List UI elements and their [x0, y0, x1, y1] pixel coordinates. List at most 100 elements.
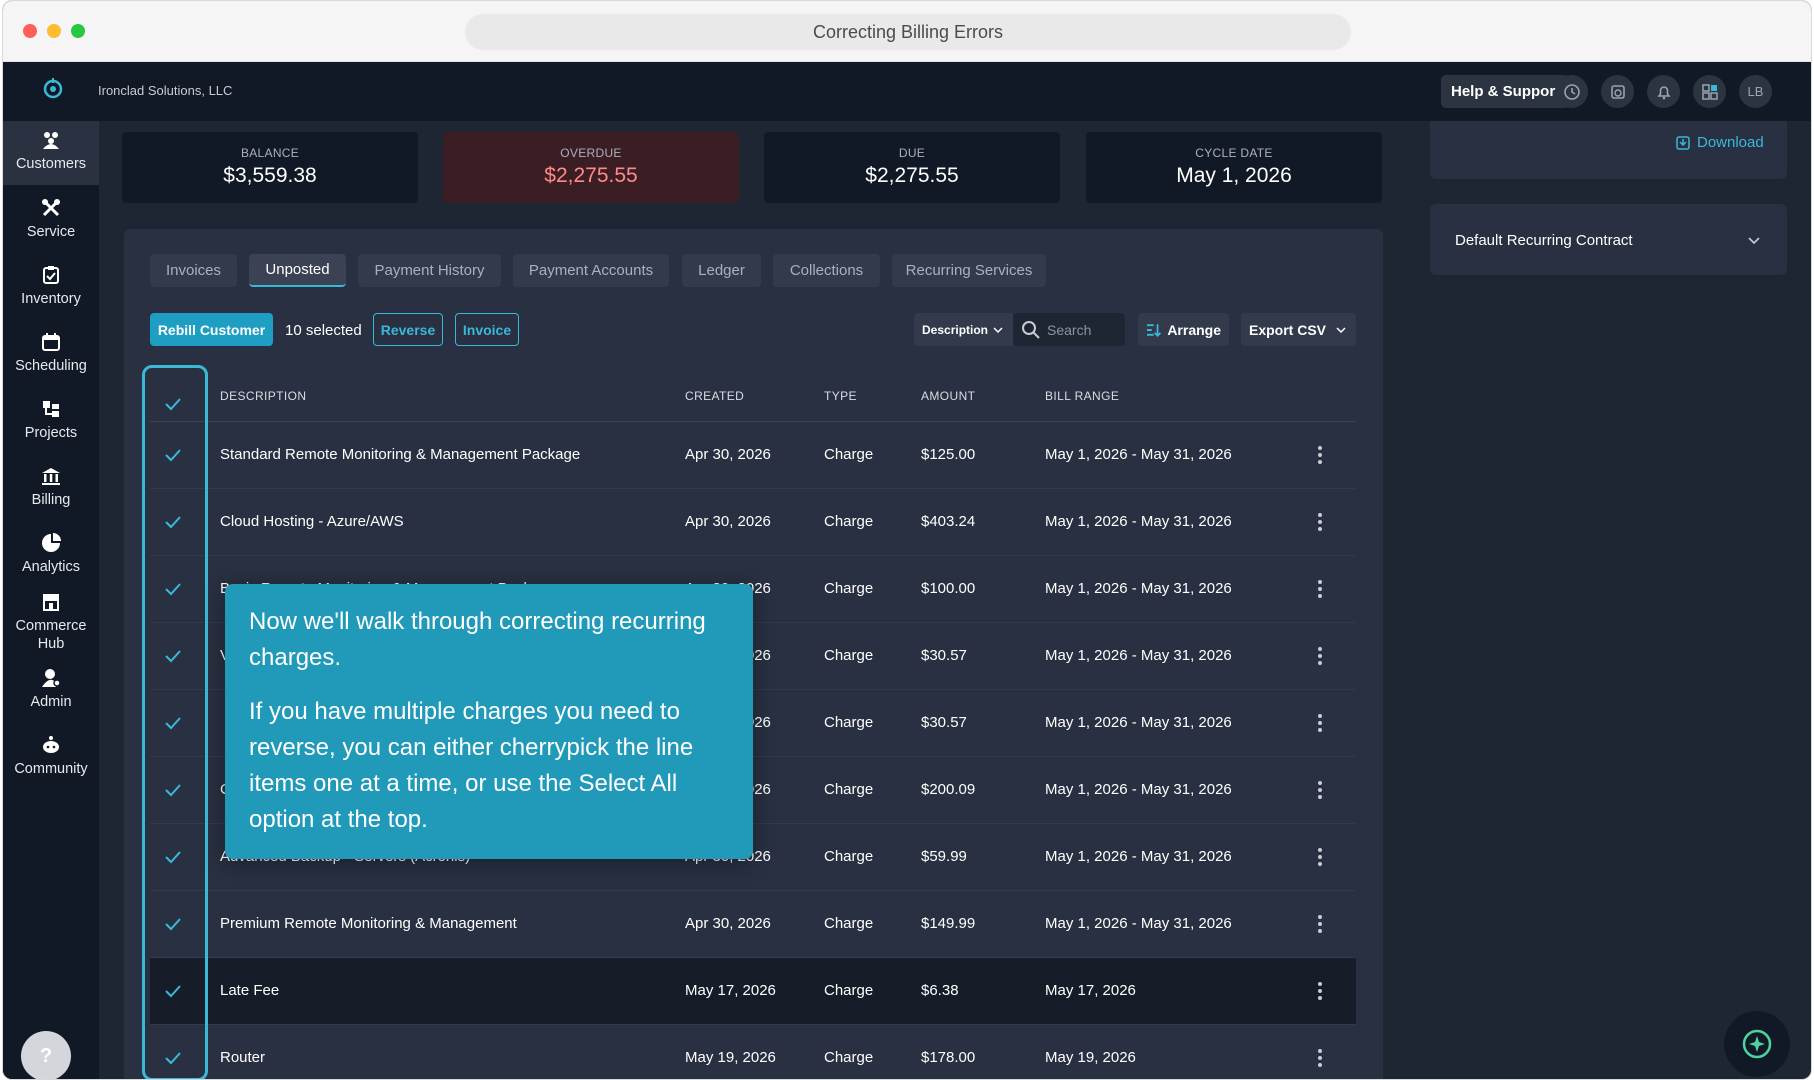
search-input[interactable]: Search [1013, 313, 1125, 346]
sidebar-item-inventory[interactable]: Inventory [3, 264, 99, 308]
sidebar-item-scheduling[interactable]: Scheduling [3, 331, 99, 375]
selected-count: 10 selected [285, 322, 362, 339]
ai-assistant-button[interactable] [1724, 1011, 1790, 1077]
table-row[interactable]: Cloud Hosting - Azure/AWS Apr 30, 2026 C… [150, 489, 1356, 556]
tab-collections[interactable]: Collections [773, 254, 880, 287]
cell-description: Standard Remote Monitoring & Management … [220, 446, 581, 463]
app-header: Ironclad Solutions, LLC Help & Support L… [3, 62, 1811, 121]
row-checkbox[interactable] [164, 982, 182, 1000]
search-filter-select[interactable]: Description [914, 313, 1013, 346]
stat-value: $2,275.55 [865, 164, 959, 187]
tab-ledger[interactable]: Ledger [682, 254, 761, 287]
sidebar-item-billing[interactable]: Billing [3, 465, 99, 509]
chevron-down-icon[interactable] [1747, 233, 1761, 247]
table-row[interactable]: Router May 19, 2026 Charge $178.00 May 1… [150, 1025, 1356, 1079]
sidebar-item-analytics[interactable]: Analytics [3, 532, 99, 576]
close-window-button[interactable] [23, 24, 37, 38]
overdue-card: OVERDUE $2,275.55 [443, 132, 739, 203]
help-support-button[interactable]: Help & Support [1441, 75, 1571, 108]
row-checkbox[interactable] [164, 446, 182, 464]
sidebar-item-commerce-hub[interactable]: Commerce Hub [3, 591, 99, 653]
table-row[interactable]: Standard Remote Monitoring & Management … [150, 422, 1356, 489]
column-header-description[interactable]: DESCRIPTION [220, 389, 306, 403]
row-menu-icon[interactable] [1317, 1047, 1323, 1069]
help-fab-button[interactable]: ? [21, 1031, 71, 1079]
pie-chart-icon [42, 533, 61, 552]
row-checkbox[interactable] [164, 647, 182, 665]
cell-amount: $149.99 [921, 915, 976, 932]
row-menu-icon[interactable] [1317, 444, 1323, 466]
column-header-amount[interactable]: AMOUNT [921, 389, 975, 403]
row-menu-icon[interactable] [1317, 779, 1323, 801]
row-menu-icon[interactable] [1317, 846, 1323, 868]
history-icon[interactable] [1555, 75, 1588, 108]
sidebar-item-customers[interactable]: Customers [3, 121, 99, 185]
table-row[interactable]: Late Fee May 17, 2026 Charge $6.38 May 1… [150, 958, 1356, 1025]
cell-amount: $100.00 [921, 580, 976, 597]
row-menu-icon[interactable] [1317, 712, 1323, 734]
tab-payment-history[interactable]: Payment History [358, 254, 501, 287]
tab-invoices[interactable]: Invoices [150, 254, 237, 287]
invoice-button[interactable]: Invoice [455, 313, 519, 346]
row-menu-icon[interactable] [1317, 913, 1323, 935]
row-menu-icon[interactable] [1317, 645, 1323, 667]
maximize-window-button[interactable] [71, 24, 85, 38]
rebill-customer-button[interactable]: Rebill Customer [150, 313, 273, 346]
window-title: Correcting Billing Errors [465, 14, 1351, 50]
tab-payment-accounts[interactable]: Payment Accounts [513, 254, 669, 287]
apps-grid-icon[interactable] [1693, 75, 1726, 108]
row-checkbox[interactable] [164, 848, 182, 866]
tooltip-text: Now we'll walk through correcting recurr… [249, 608, 706, 671]
cell-bill-range: May 1, 2026 - May 31, 2026 [1045, 513, 1232, 530]
sidebar-item-admin[interactable]: Admin [3, 667, 99, 711]
user-avatar[interactable]: LB [1739, 75, 1772, 108]
download-label: Download [1697, 134, 1764, 151]
cell-type: Charge [824, 446, 874, 463]
column-header-bill-range[interactable]: BILL RANGE [1045, 389, 1119, 403]
row-checkbox[interactable] [164, 781, 182, 799]
tab-unposted[interactable]: Unposted [249, 254, 346, 287]
row-checkbox[interactable] [164, 513, 182, 531]
timer-icon[interactable] [1601, 75, 1634, 108]
row-menu-icon[interactable] [1317, 578, 1323, 600]
row-menu-icon[interactable] [1317, 980, 1323, 1002]
walkthrough-tooltip: Now we'll walk through correcting recurr… [225, 584, 753, 859]
bell-icon[interactable] [1647, 75, 1680, 108]
sidebar-item-label: Analytics [21, 559, 81, 575]
column-header-created[interactable]: CREATED [685, 389, 744, 403]
download-link[interactable]: Download [1675, 134, 1764, 151]
cell-bill-range: May 1, 2026 - May 31, 2026 [1045, 446, 1232, 463]
row-checkbox[interactable] [164, 915, 182, 933]
tab-recurring-services[interactable]: Recurring Services [892, 254, 1046, 287]
calendar-icon [42, 333, 60, 351]
cell-amount: $30.57 [921, 714, 967, 731]
row-checkbox[interactable] [164, 1049, 182, 1067]
sparkle-assistant-icon [1742, 1029, 1772, 1059]
cell-amount: $403.24 [921, 513, 976, 530]
select-all-checkbox[interactable] [164, 395, 182, 413]
sidebar-item-community[interactable]: Community [3, 734, 99, 778]
sidebar-item-projects[interactable]: Projects [3, 398, 99, 442]
arrange-button[interactable]: Arrange [1138, 313, 1229, 346]
arrange-icon [1146, 323, 1162, 337]
row-checkbox[interactable] [164, 580, 182, 598]
sidebar-item-label: Service [26, 224, 76, 240]
export-csv-button[interactable]: Export CSV [1241, 313, 1356, 346]
cell-type: Charge [824, 647, 874, 664]
table-row[interactable]: Premium Remote Monitoring & Management A… [150, 891, 1356, 958]
row-menu-icon[interactable] [1317, 511, 1323, 533]
inventory-icon [43, 266, 59, 284]
stat-label: OVERDUE [560, 146, 622, 160]
row-checkbox[interactable] [164, 714, 182, 732]
sidebar-item-label: Customers [15, 156, 87, 172]
reverse-button[interactable]: Reverse [373, 313, 443, 346]
column-header-type[interactable]: TYPE [824, 389, 857, 403]
sidebar-item-service[interactable]: Service [3, 197, 99, 241]
cell-bill-range: May 1, 2026 - May 31, 2026 [1045, 915, 1232, 932]
cell-bill-range: May 1, 2026 - May 31, 2026 [1045, 848, 1232, 865]
app-logo-icon[interactable] [41, 76, 65, 100]
stat-value: $3,559.38 [223, 164, 317, 187]
export-label: Export CSV [1249, 321, 1327, 338]
table-header: DESCRIPTION CREATED TYPE AMOUNT BILL RAN… [150, 371, 1356, 422]
minimize-window-button[interactable] [47, 24, 61, 38]
